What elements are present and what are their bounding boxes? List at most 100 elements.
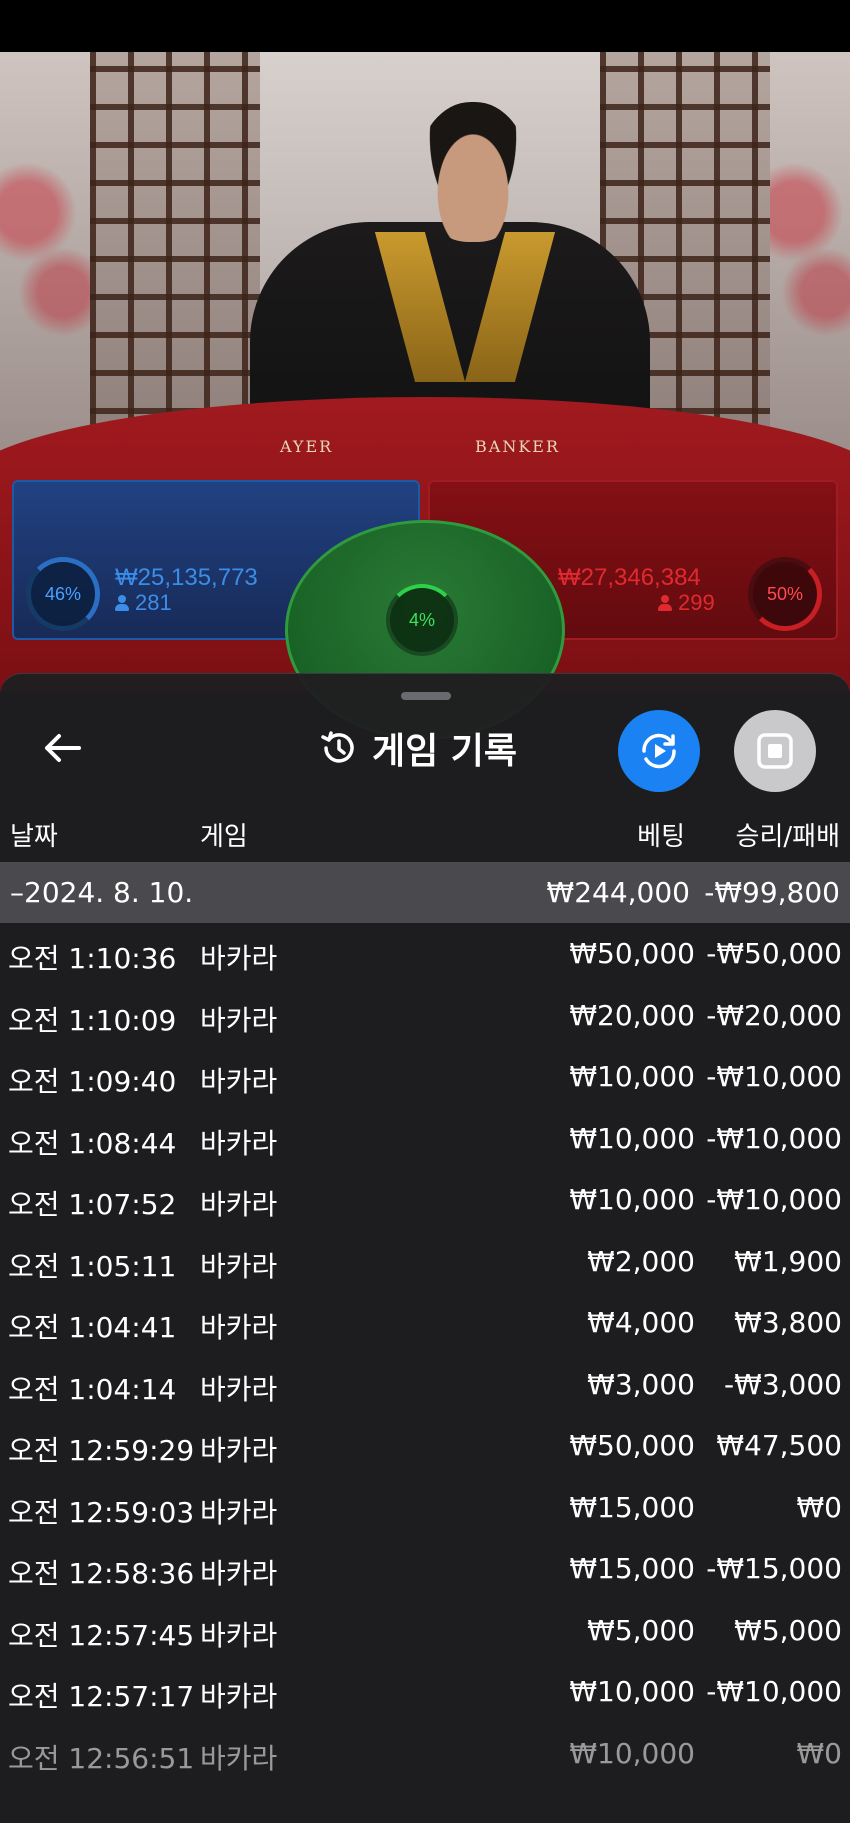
player-percent-ring: 46%: [26, 557, 100, 631]
row-result: -₩3,000: [724, 1367, 842, 1401]
history-list: 오전 1:10:36 바카라 ₩50,000 -₩50,000 오전 1:10:09 바카…: [0, 923, 850, 1784]
row-game: 바카라: [200, 1065, 278, 1098]
date-group-bet-total: ₩244,000: [546, 876, 690, 909]
row-result: ₩1,900: [734, 1244, 842, 1278]
row-game: 바카라: [200, 1557, 278, 1590]
video-replay-button[interactable]: [618, 710, 700, 792]
row-result: -₩10,000: [706, 1060, 842, 1093]
game-history-sheet: 게임 기록 날짜 게임 베팅 승리/패배 –2024. 8. 10. ₩244,…: [0, 673, 850, 1823]
row-bet: ₩10,000: [569, 1675, 695, 1708]
row-bet: ₩10,000: [569, 1183, 695, 1216]
person-icon: [115, 595, 129, 611]
header-result: 승리/패배: [735, 822, 840, 852]
date-group-date: –2024. 8. 10.: [10, 876, 194, 909]
arrow-left-icon: [45, 734, 81, 762]
table-row[interactable]: 오전 1:07:52 바카라 ₩10,000 -₩10,000: [0, 1169, 850, 1231]
table-row[interactable]: 오전 1:04:41 바카라 ₩4,000 ₩3,800: [0, 1292, 850, 1354]
table-row[interactable]: 오전 12:59:29 바카라 ₩50,000 ₩47,500: [0, 1415, 850, 1477]
table-row[interactable]: 오전 12:58:36 바카라 ₩15,000 -₩15,000: [0, 1538, 850, 1600]
row-game: 바카라: [200, 1003, 278, 1037]
row-time: 오전 1:10:36: [8, 942, 177, 975]
row-bet: ₩5,000: [587, 1613, 695, 1647]
banker-percent: 50%: [766, 583, 804, 604]
stop-icon: [757, 733, 793, 769]
player-count-value: 281: [135, 590, 172, 615]
lattice-screen-left: [90, 52, 260, 452]
dealer-head: [418, 102, 528, 242]
table-row[interactable]: 오전 1:08:44 바카라 ₩10,000 -₩10,000: [0, 1108, 850, 1170]
back-button[interactable]: [40, 726, 84, 770]
row-game: 바카라: [200, 942, 278, 975]
history-table-header: 날짜 게임 베팅 승리/패배: [0, 808, 850, 854]
history-clock-icon: [321, 731, 354, 763]
row-result: ₩0: [796, 1736, 843, 1770]
row-game: 바카라: [200, 1618, 278, 1652]
table-row[interactable]: 오전 1:05:11 바카라 ₩2,000 ₩1,900: [0, 1231, 850, 1293]
row-result: -₩10,000: [706, 1675, 842, 1708]
date-group-row[interactable]: –2024. 8. 10. ₩244,000 -₩99,800: [0, 862, 850, 923]
table-row[interactable]: 오전 12:59:03 바카라 ₩15,000 ₩0: [0, 1477, 850, 1539]
player-count: 281: [115, 590, 172, 616]
banker-count: 299: [658, 590, 715, 616]
header-game: 게임: [200, 822, 248, 852]
row-game: 바카라: [200, 1680, 278, 1713]
banker-percent-ring: 50%: [748, 557, 822, 631]
row-time: 오전 12:56:51: [8, 1741, 195, 1775]
row-game: 바카라: [200, 1434, 278, 1467]
row-time: 오전 1:07:52: [8, 1188, 177, 1221]
row-game: 바카라: [200, 1311, 278, 1344]
row-result: ₩3,800: [734, 1306, 842, 1339]
header-bet: 베팅: [637, 822, 685, 852]
player-pot-amount: ₩25,135,773: [115, 564, 258, 591]
row-result: -₩15,000: [706, 1552, 842, 1585]
row-bet: ₩50,000: [569, 1429, 695, 1462]
row-time: 오전 12:58:36: [8, 1557, 195, 1590]
row-bet: ₩10,000: [569, 1121, 695, 1155]
row-result: -₩50,000: [706, 937, 842, 970]
row-bet: ₩2,000: [587, 1244, 695, 1278]
banker-count-value: 299: [678, 590, 715, 615]
row-game: 바카라: [200, 1741, 278, 1775]
row-bet: ₩50,000: [569, 937, 695, 970]
backdrop-left: [0, 52, 90, 452]
player-percent: 46%: [44, 583, 82, 604]
row-time: 오전 12:57:17: [8, 1680, 195, 1713]
row-result: -₩20,000: [706, 998, 842, 1032]
tie-percent-ring: 4%: [386, 584, 458, 656]
row-bet: ₩15,000: [569, 1552, 695, 1585]
table-row[interactable]: 오전 1:10:09 바카라 ₩20,000 -₩20,000: [0, 985, 850, 1047]
row-result: ₩5,000: [734, 1613, 842, 1647]
date-group-result-total: -₩99,800: [704, 876, 840, 909]
row-result: ₩47,500: [716, 1429, 842, 1462]
banker-pot-amount: ₩27,346,384: [558, 564, 701, 591]
sheet-title: 게임 기록: [318, 720, 517, 776]
table-label-banker: BANKER: [475, 437, 560, 456]
row-time: 오전 12:59:29: [8, 1434, 195, 1467]
tie-percent: 4%: [408, 609, 435, 630]
row-game: 바카라: [200, 1188, 278, 1221]
stop-button[interactable]: [734, 710, 816, 792]
row-time: 오전 1:05:11: [8, 1249, 177, 1283]
row-game: 바카라: [200, 1249, 278, 1283]
row-result: ₩0: [796, 1490, 843, 1524]
row-time: 오전 1:09:40: [8, 1065, 177, 1098]
row-game: 바카라: [200, 1372, 278, 1406]
table-row[interactable]: 오전 12:57:45 바카라 ₩5,000 ₩5,000: [0, 1600, 850, 1662]
table-label-player: AYER: [280, 437, 334, 456]
row-result: -₩10,000: [706, 1121, 842, 1155]
table-row[interactable]: 오전 1:10:36 바카라 ₩50,000 -₩50,000: [0, 923, 850, 985]
row-bet: ₩10,000: [569, 1060, 695, 1093]
row-bet: ₩4,000: [587, 1306, 695, 1339]
row-bet: ₩15,000: [569, 1490, 695, 1524]
table-row[interactable]: 오전 1:09:40 바카라 ₩10,000 -₩10,000: [0, 1046, 850, 1108]
table-row[interactable]: 오전 12:57:17 바카라 ₩10,000 -₩10,000: [0, 1661, 850, 1723]
video-replay-icon: [642, 733, 676, 769]
sheet-drag-handle[interactable]: [401, 692, 451, 700]
row-time: 오전 12:57:45: [8, 1618, 195, 1652]
table-row[interactable]: 오전 12:56:51 바카라 ₩10,000 ₩0: [0, 1723, 850, 1785]
row-bet: ₩20,000: [569, 998, 695, 1032]
table-row[interactable]: 오전 1:04:14 바카라 ₩3,000 -₩3,000: [0, 1354, 850, 1416]
person-icon: [658, 595, 672, 611]
backdrop-right: [770, 52, 850, 452]
row-result: -₩10,000: [706, 1183, 842, 1216]
